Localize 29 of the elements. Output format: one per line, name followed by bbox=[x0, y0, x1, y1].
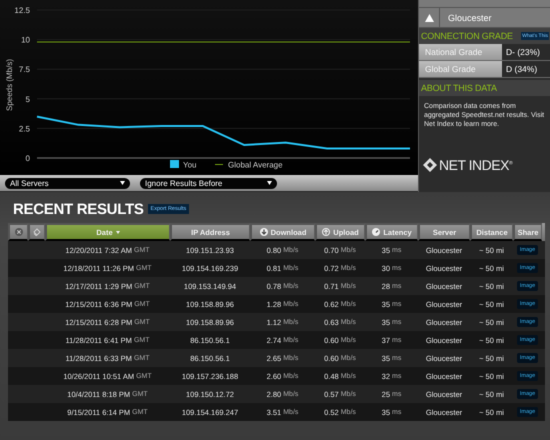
section-title: CONNECTION GRADE bbox=[421, 31, 513, 41]
grade-label: National Grade bbox=[419, 44, 502, 60]
diamond-icon bbox=[423, 158, 437, 172]
legend-swatch bbox=[170, 160, 179, 168]
tick-label: 12.5 bbox=[14, 6, 30, 15]
gauge-icon bbox=[372, 228, 380, 236]
logo-text: NET INDEX$^{®}$ bbox=[439, 157, 512, 173]
close-icon bbox=[14, 228, 22, 236]
section-title: RECENT RESULTS bbox=[13, 200, 144, 218]
server-name: Gloucester bbox=[447, 12, 492, 22]
download-icon bbox=[260, 228, 268, 236]
triangle-icon bbox=[424, 14, 434, 22]
legend-label: You bbox=[183, 160, 196, 170]
tick-label: 2.5 bbox=[18, 124, 30, 134]
axis-title: Speeds (Mb/s) bbox=[5, 58, 14, 112]
caret-icon bbox=[267, 181, 272, 185]
dropdown[interactable]: All Servers bbox=[5, 178, 130, 188]
tick-label: 7.5 bbox=[18, 65, 30, 74]
grade-label: Global Grade bbox=[419, 61, 502, 77]
sort-caret-icon bbox=[116, 230, 120, 234]
tick-label: 10 bbox=[21, 36, 30, 45]
caret-icon bbox=[120, 181, 125, 185]
tick-label: 0 bbox=[26, 154, 30, 163]
section-title: ABOUT THIS DATA bbox=[421, 83, 497, 93]
upload-icon bbox=[322, 228, 330, 236]
tick-label: 5 bbox=[26, 94, 30, 104]
dropdown[interactable]: Ignore Results Before bbox=[140, 178, 277, 188]
legend-label: Global Average bbox=[228, 160, 283, 170]
layers-icon bbox=[33, 228, 41, 236]
